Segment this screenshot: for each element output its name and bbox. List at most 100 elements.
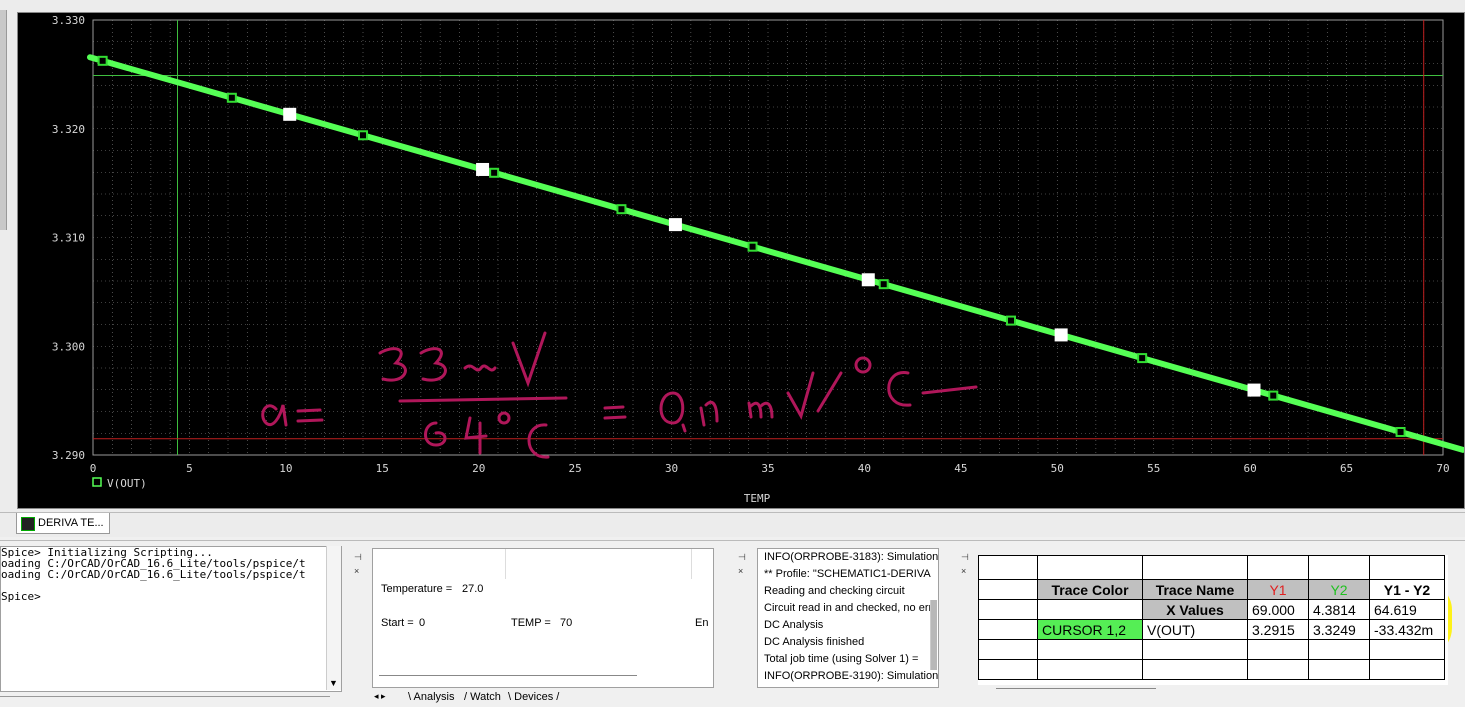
left-splitter[interactable] xyxy=(0,10,7,230)
plot-border xyxy=(92,19,1444,456)
cursor-table-hscroll[interactable] xyxy=(996,688,1156,693)
cursor-table: Trace Color Trace Name Y1 Y2 Y1 - Y2 X V… xyxy=(978,555,1445,680)
probe-plot[interactable]: 3.330 3.320 3.310 3.300 3.290 0 5 10 15 20 25 30 35… xyxy=(17,12,1465,509)
x-tick-label: 40 xyxy=(858,462,871,475)
plot-document-icon xyxy=(21,517,35,531)
document-tab[interactable]: DERIVA TE... xyxy=(16,513,110,534)
pin-icon[interactable]: ⊣ xyxy=(961,552,969,563)
header-y2: Y2 xyxy=(1308,579,1370,600)
x-tick-label: 25 xyxy=(569,462,582,475)
x-tick-label: 50 xyxy=(1051,462,1064,475)
trace-marker xyxy=(747,241,758,252)
x-tick-label: 5 xyxy=(186,462,193,475)
data-point-marker xyxy=(1054,328,1068,342)
plot-canvas[interactable]: 3.330 3.320 3.310 3.300 3.290 0 5 10 15 20 25 30 35… xyxy=(18,13,1464,508)
temperature-label: Temperature = xyxy=(381,583,453,595)
trace-marker xyxy=(358,130,368,141)
x-value-y2: 4.3814 xyxy=(1308,599,1370,620)
log-line: INFO(ORPROBE-3183): Simulation xyxy=(764,551,938,563)
log-line: DC Analysis finished xyxy=(764,636,865,648)
x-tick-label: 55 xyxy=(1147,462,1160,475)
console-hscroll[interactable] xyxy=(0,696,330,703)
log-line: INFO(ORPROBE-3190): Simulation xyxy=(764,670,938,682)
plot-grid xyxy=(92,19,1444,456)
temperature-value: 27.0 xyxy=(462,583,484,595)
legend-marker-icon xyxy=(92,477,102,487)
close-panel-icon[interactable]: × xyxy=(961,566,966,576)
trace-marker xyxy=(878,279,889,290)
sim-hscroll[interactable] xyxy=(379,675,637,680)
console-scrollbar[interactable]: ▼ xyxy=(326,546,341,690)
y-tick-label: 3.290 xyxy=(52,449,85,462)
close-panel-icon[interactable]: × xyxy=(738,566,743,576)
x-tick-label: 45 xyxy=(954,462,967,475)
x-tick-label: 35 xyxy=(761,462,774,475)
trace-y2-cell: 3.3249 xyxy=(1308,619,1370,640)
header-trace-color: Trace Color xyxy=(1037,579,1143,600)
pin-icon[interactable]: ⊣ xyxy=(354,552,362,563)
x-tick-label: 0 xyxy=(90,462,97,475)
command-console[interactable]: Spice> Initializing Scripting... oading … xyxy=(0,546,342,692)
trace-marker xyxy=(1137,353,1148,364)
x-values-label: X Values xyxy=(1142,599,1248,620)
probe-cursor-window[interactable]: Trace Color Trace Name Y1 Y2 Y1 - Y2 X V… xyxy=(978,555,1448,685)
x-axis-title: TEMP xyxy=(744,492,771,505)
legend-label: V(OUT) xyxy=(107,477,147,490)
tab-watch-label: Watch xyxy=(470,691,501,703)
x-tick-label: 20 xyxy=(472,462,485,475)
tab-scroll-left-icon[interactable]: ◂ ▸ xyxy=(374,691,386,702)
trace-diff-cell: -33.432m xyxy=(1369,619,1445,640)
header-y1: Y1 xyxy=(1247,579,1309,600)
log-line: ** Profile: "SCHEMATIC1-DERIVA xyxy=(764,568,931,580)
tab-devices-label: Devices xyxy=(514,691,554,703)
data-point-marker xyxy=(476,162,490,176)
trace-color-cell[interactable]: CURSOR 1,2 xyxy=(1037,619,1143,640)
trace-marker xyxy=(1006,315,1016,326)
trace-marker xyxy=(1395,426,1406,437)
tab-devices[interactable]: \ Devices / xyxy=(508,691,559,703)
start-label: Start = xyxy=(381,617,414,629)
end-label: En xyxy=(695,617,709,629)
x-value-y1: 69.000 xyxy=(1247,599,1309,620)
legend[interactable]: V(OUT) xyxy=(92,477,147,490)
data-point-marker xyxy=(861,273,875,287)
x-value-diff: 64.619 xyxy=(1369,599,1445,620)
temp-sweep-label: TEMP = xyxy=(511,617,551,629)
pin-icon[interactable]: ⊣ xyxy=(738,552,746,563)
document-tab-label: DERIVA TE... xyxy=(38,517,104,529)
log-line: Circuit read in and checked, no err xyxy=(764,602,933,614)
trace-marker xyxy=(97,55,108,66)
start-value: 0 xyxy=(419,617,426,629)
x-tick-label: 10 xyxy=(279,462,292,475)
x-tick-label: 15 xyxy=(376,462,389,475)
log-line: Total job time (using Solver 1) = xyxy=(764,653,919,665)
trace-marker xyxy=(226,92,237,103)
cursor-lines xyxy=(93,20,1443,455)
close-panel-icon[interactable]: × xyxy=(354,566,359,576)
trace-name-cell[interactable]: V(OUT) xyxy=(1142,619,1248,640)
console-line: oading C:/OrCAD/OrCAD_16.6_Lite/tools/ps… xyxy=(1,568,306,581)
y-tick-label: 3.300 xyxy=(52,340,85,353)
x-tick-label: 30 xyxy=(665,462,678,475)
log-scroll-thumb[interactable] xyxy=(930,600,937,670)
status-header-cells xyxy=(505,549,692,579)
y-axis-labels: 3.330 3.320 3.310 3.300 3.290 xyxy=(52,14,85,462)
simulation-message-log[interactable]: INFO(ORPROBE-3183): Simulation ** Profil… xyxy=(757,548,939,688)
header-trace-name: Trace Name xyxy=(1142,579,1248,600)
trace-marker xyxy=(489,167,500,178)
data-point-marker xyxy=(1247,383,1261,397)
log-line: Reading and checking circuit xyxy=(764,585,905,597)
header-diff: Y1 - Y2 xyxy=(1369,579,1445,600)
console-line: Spice> xyxy=(1,590,41,603)
trace-marker xyxy=(1268,390,1279,401)
tab-watch[interactable]: / Watch xyxy=(464,691,501,703)
x-axis-labels: 0 5 10 15 20 25 30 35 40 45 50 55 60 65 70 xyxy=(90,462,1450,475)
tab-analysis[interactable]: \ Analysis xyxy=(408,691,454,703)
scroll-down-icon[interactable]: ▼ xyxy=(329,678,338,688)
y-tick-label: 3.330 xyxy=(52,14,85,27)
x-tick-label: 65 xyxy=(1340,462,1353,475)
trace-marker xyxy=(616,204,627,215)
sim-tab-bar: ◂ ▸ \ Analysis / Watch \ Devices / xyxy=(372,690,712,706)
tab-analysis-label: Analysis xyxy=(413,691,455,703)
